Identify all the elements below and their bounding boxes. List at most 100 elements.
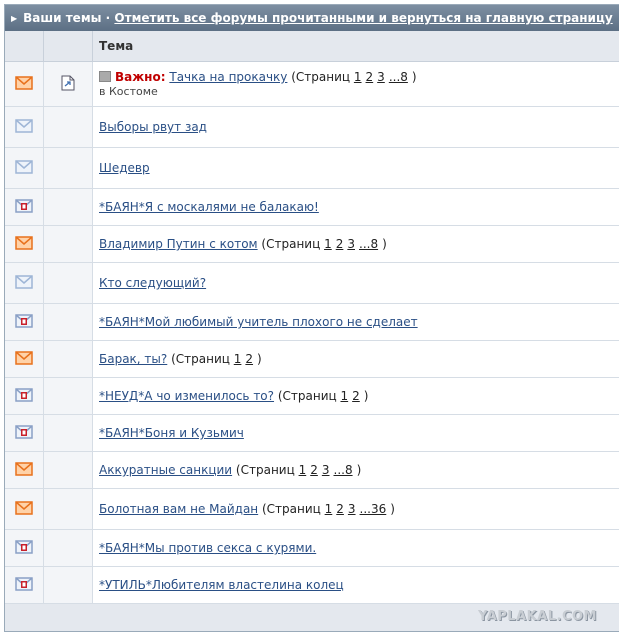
- topic-link[interactable]: *БАЯН*Мой любимый учитель плохого не сде…: [99, 315, 418, 329]
- topic-link[interactable]: Выборы рвут зад: [99, 120, 207, 134]
- topic-link[interactable]: Кто следующий?: [99, 276, 206, 290]
- topic-line: *БАЯН*Мой любимый учитель плохого не сде…: [99, 315, 613, 329]
- topic-link[interactable]: *НЕУД*А чо изменилось то?: [99, 389, 274, 403]
- status-cell: [5, 489, 44, 529]
- topic-row: *БАЯН*Мой любимый учитель плохого не сде…: [5, 304, 619, 341]
- type-cell: [44, 189, 93, 225]
- topic-line: Важно: Тачка на прокачку (Страниц 1 2 3...…: [99, 70, 613, 84]
- type-cell: [44, 415, 93, 451]
- pin-icon: [99, 71, 111, 82]
- topic-line: Владимир Путин с котом (Страниц 1 2 3 ...8): [99, 237, 613, 251]
- topic-cell: Важно: Тачка на прокачку (Страниц 1 2 3...…: [93, 62, 619, 106]
- locked-topic-envelope-icon: [15, 539, 33, 557]
- hot-topic-envelope-icon: [15, 500, 33, 518]
- type-cell: [44, 107, 93, 147]
- status-cell: [5, 189, 44, 225]
- topic-line: Выборы рвут зад: [99, 120, 613, 134]
- hot-topic-envelope-icon: [15, 461, 33, 479]
- page-link[interactable]: 1: [354, 70, 362, 84]
- title-separator: ·: [101, 11, 115, 25]
- topic-row: *БАЯН*Боня и Кузьмич: [5, 415, 619, 452]
- page-link[interactable]: ...8: [334, 463, 353, 477]
- topic-cell: *БАЯН*Мой любимый учитель плохого не сде…: [93, 304, 619, 340]
- topic-row: Барак, ты? (Страниц 1 2): [5, 341, 619, 378]
- status-cell: [5, 263, 44, 303]
- triangle-right-icon: ▶: [11, 14, 18, 23]
- topic-row: Владимир Путин с котом (Страниц 1 2 3 ...8): [5, 226, 619, 263]
- page-link[interactable]: 2: [336, 237, 344, 251]
- status-cell: [5, 378, 44, 414]
- page-link[interactable]: 3: [347, 237, 355, 251]
- topic-line: Барак, ты? (Страниц 1 2): [99, 352, 613, 366]
- read-topic-envelope-icon: [15, 274, 33, 292]
- mark-all-read-link[interactable]: Отметить все форумы прочитанными и верну…: [114, 11, 612, 25]
- page-link[interactable]: 3: [377, 70, 385, 84]
- hot-topic-envelope-icon: [15, 75, 33, 93]
- topic-link[interactable]: Тачка на прокачку: [169, 70, 287, 84]
- type-cell: [44, 530, 93, 566]
- topic-link[interactable]: Барак, ты?: [99, 352, 167, 366]
- page-link[interactable]: 1: [299, 463, 307, 477]
- status-cell: [5, 341, 44, 377]
- page-link[interactable]: 3: [348, 502, 356, 516]
- hot-topic-envelope-icon: [15, 350, 33, 368]
- topic-location: в Костоме: [99, 85, 158, 98]
- page-link[interactable]: 2: [310, 463, 318, 477]
- topic-row: *УТИЛЬ*Любителям властелина колец: [5, 567, 619, 604]
- panel-title: Ваши темы: [23, 11, 102, 25]
- topic-link[interactable]: Владимир Путин с котом: [99, 237, 258, 251]
- locked-topic-envelope-icon: [15, 387, 33, 405]
- page-link[interactable]: 1: [341, 389, 349, 403]
- table-footer: YAPLAKAL.COM: [5, 604, 619, 631]
- locked-topic-envelope-icon: [15, 576, 33, 594]
- topic-line: *УТИЛЬ*Любителям властелина колец: [99, 578, 613, 592]
- topic-row: Выборы рвут зад: [5, 107, 619, 148]
- topic-link[interactable]: Болотная вам не Майдан: [99, 502, 258, 516]
- locked-topic-envelope-icon: [15, 313, 33, 331]
- topic-cell: Болотная вам не Майдан (Страниц 1 2 3 ...36…: [93, 489, 619, 529]
- page-link[interactable]: ...36: [360, 502, 387, 516]
- topic-cell: *БАЯН*Боня и Кузьмич: [93, 415, 619, 451]
- locked-topic-envelope-icon: [15, 198, 33, 216]
- page-link[interactable]: 1: [325, 502, 333, 516]
- topic-link[interactable]: Аккуратные санкции: [99, 463, 232, 477]
- type-cell: [44, 148, 93, 188]
- type-cell: [44, 489, 93, 529]
- topic-link[interactable]: Шедевр: [99, 161, 150, 175]
- pages-nav: (Страниц 1 2 3 ...8): [232, 463, 362, 477]
- type-cell: [44, 226, 93, 262]
- topic-line: *БАЯН*Я с москалями не балакаю!: [99, 200, 613, 214]
- page-link[interactable]: 1: [234, 352, 242, 366]
- important-label: Важно:: [115, 70, 166, 84]
- topic-link[interactable]: *УТИЛЬ*Любителям властелина колец: [99, 578, 344, 592]
- topic-link[interactable]: *БАЯН*Боня и Кузьмич: [99, 426, 244, 440]
- page-link[interactable]: 2: [352, 389, 360, 403]
- page-link[interactable]: 1: [324, 237, 332, 251]
- type-cell: [44, 304, 93, 340]
- type-cell: [44, 567, 93, 603]
- page-link[interactable]: 3: [322, 463, 330, 477]
- type-cell: [44, 263, 93, 303]
- topic-link[interactable]: *БАЯН*Мы против секса с курями.: [99, 541, 316, 555]
- read-topic-envelope-icon: [15, 159, 33, 177]
- topic-cell: *НЕУД*А чо изменилось то? (Страниц 1 2): [93, 378, 619, 414]
- status-cell: [5, 226, 44, 262]
- status-cell: [5, 148, 44, 188]
- topic-row: Кто следующий?: [5, 263, 619, 304]
- topic-row: *БАЯН*Я с москалями не балакаю!: [5, 189, 619, 226]
- status-cell: [5, 452, 44, 488]
- topic-cell: Барак, ты? (Страниц 1 2): [93, 341, 619, 377]
- topic-line: Шедевр: [99, 161, 613, 175]
- status-cell: [5, 62, 44, 106]
- pages-nav: (Страниц 1 2 3 ...8): [257, 237, 387, 251]
- page-link[interactable]: 2: [245, 352, 253, 366]
- page-link[interactable]: 2: [366, 70, 374, 84]
- topic-cell: *УТИЛЬ*Любителям властелина колец: [93, 567, 619, 603]
- page-link[interactable]: 2: [336, 502, 344, 516]
- topic-link[interactable]: *БАЯН*Я с москалями не балакаю!: [99, 200, 319, 214]
- topic-cell: *БАЯН*Я с москалями не балакаю!: [93, 189, 619, 225]
- page-link[interactable]: ...8: [359, 237, 378, 251]
- topic-line: Кто следующий?: [99, 276, 613, 290]
- page-link[interactable]: ...8: [389, 70, 408, 84]
- site-logo: YAPLAKAL.COM: [478, 609, 597, 624]
